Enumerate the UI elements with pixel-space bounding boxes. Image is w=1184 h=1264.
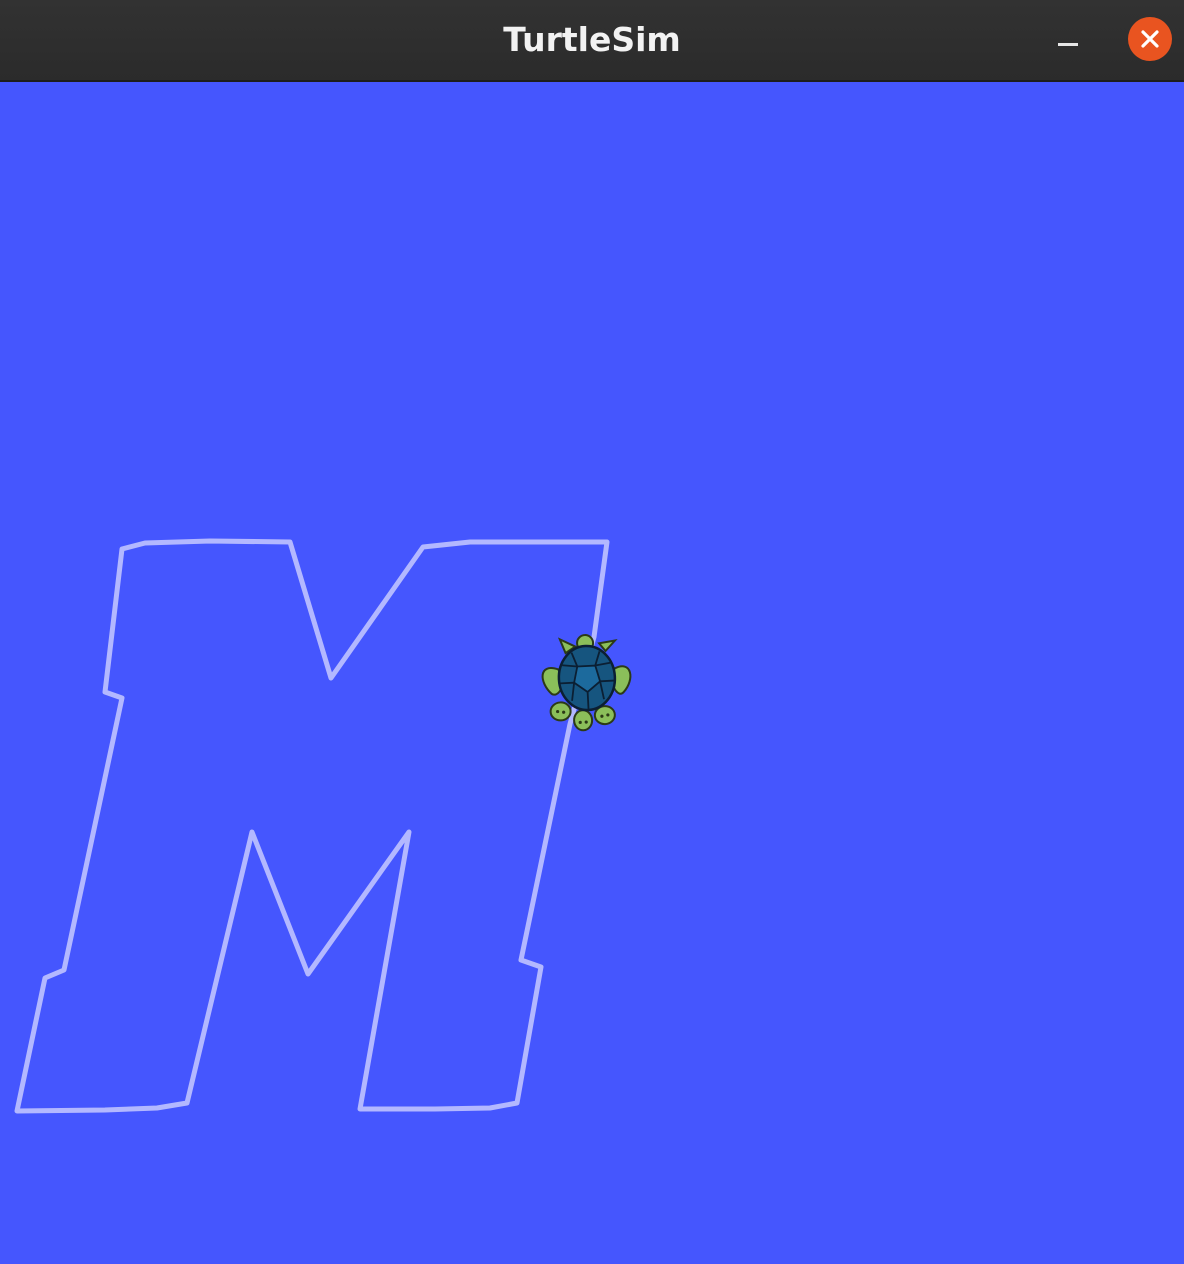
close-button[interactable] (1128, 17, 1172, 61)
turtlesim-window: TurtleSim (0, 0, 1184, 1264)
turtle-icon (541, 634, 632, 732)
pen-trail (14, 538, 610, 1114)
minimize-icon (1058, 43, 1078, 46)
turtle-canvas[interactable] (0, 82, 1184, 1264)
minimize-button[interactable] (1048, 22, 1088, 62)
title-bar[interactable]: TurtleSim (0, 0, 1184, 82)
close-icon (1141, 30, 1159, 48)
drawing-surface (14, 538, 632, 1114)
window-title: TurtleSim (503, 20, 681, 59)
